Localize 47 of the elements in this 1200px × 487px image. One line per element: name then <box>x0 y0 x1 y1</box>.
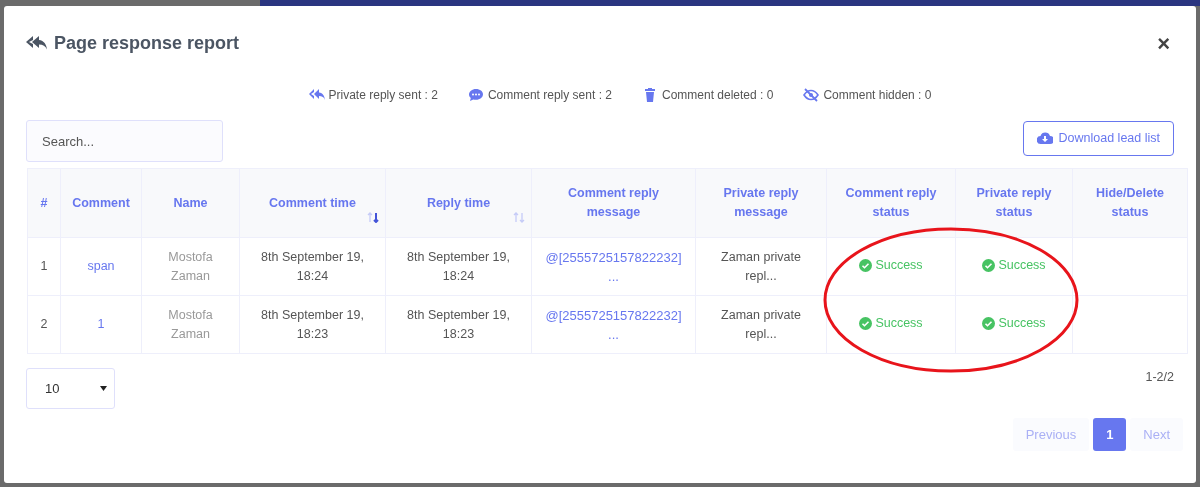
stat-text: Comment hidden : 0 <box>823 87 932 104</box>
message-text: Zaman private repl... <box>721 307 801 341</box>
column-header: Name <box>141 168 240 238</box>
close-button[interactable]: × <box>1157 32 1170 55</box>
comment-link[interactable]: span <box>87 259 115 273</box>
stat-text: Private reply sent : 2 <box>328 87 438 104</box>
column-header: Comment <box>60 168 142 238</box>
date-text: 8th September 19, 18:24 <box>261 249 364 283</box>
status-text: Success <box>875 256 923 274</box>
reply-all-icon <box>308 88 325 102</box>
trash-icon <box>642 88 658 102</box>
status-text: Success <box>998 314 1046 332</box>
column-header: Hide/Delete status <box>1072 168 1188 238</box>
stat-text: Comment reply sent : 2 <box>487 87 612 104</box>
check-circle-icon <box>982 316 996 330</box>
status-text: Success <box>998 256 1046 274</box>
check-circle-icon <box>859 258 873 272</box>
name-text: Mostofa Zaman <box>168 307 213 341</box>
search-field[interactable]: Search... <box>26 120 223 162</box>
column-header: Comment reply status <box>826 168 956 238</box>
modal-title: Page response report <box>54 32 240 55</box>
column-header: Private reply message <box>695 168 827 238</box>
date-text: 8th September 19, 18:24 <box>407 249 510 283</box>
message-text: Zaman private repl... <box>721 249 801 283</box>
column-header: Private reply status <box>955 168 1073 238</box>
page-button[interactable]: 1 <box>1093 418 1127 451</box>
status-text: Success <box>875 314 923 332</box>
row-number: 2 <box>40 317 48 331</box>
page-size-select[interactable]: 10 <box>26 368 115 409</box>
cloud-download-icon <box>1036 132 1053 145</box>
download-button[interactable]: Download lead list <box>1022 121 1174 156</box>
name-text: Mostofa Zaman <box>168 249 213 283</box>
check-circle-icon <box>859 316 873 330</box>
column-header[interactable]: Reply time <box>385 168 532 238</box>
column-header: Comment reply message <box>531 168 696 238</box>
hidden-eye-icon <box>803 88 820 102</box>
column-header[interactable]: Comment time <box>239 168 386 238</box>
caret-icon <box>100 386 107 391</box>
comment-icon <box>467 88 484 102</box>
range-text: 1-2/2 <box>1145 369 1174 386</box>
check-circle-icon <box>982 258 996 272</box>
date-text: 8th September 19, 18:23 <box>407 307 510 341</box>
comment-link[interactable]: 1 <box>97 317 105 331</box>
stat-text: Comment deleted : 0 <box>662 87 774 104</box>
column-header: # <box>27 168 61 238</box>
date-text: 8th September 19, 18:23 <box>261 307 364 341</box>
row-number: 1 <box>40 259 48 273</box>
